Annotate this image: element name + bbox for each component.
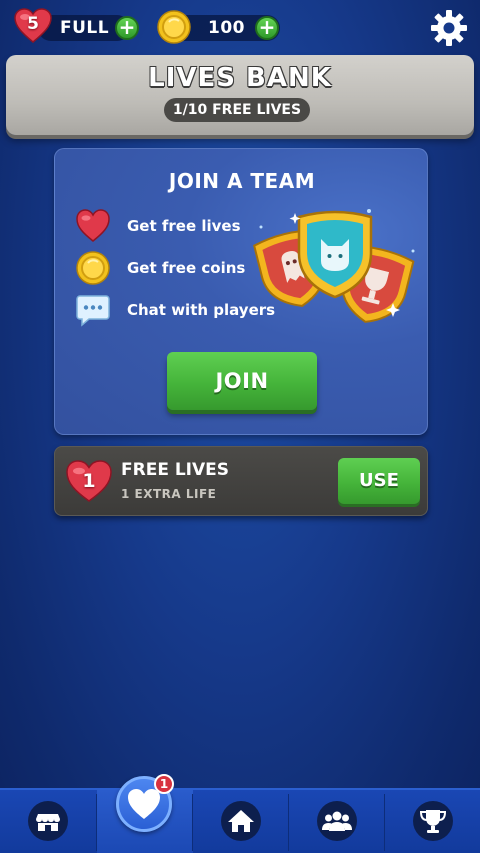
team-badges-illustration	[253, 207, 417, 327]
lives-bank-banner: LIVES BANK	[6, 55, 474, 135]
heart-icon	[75, 208, 111, 244]
team-icon	[317, 801, 357, 841]
bottom-nav	[0, 788, 480, 853]
heart-icon	[128, 789, 160, 819]
free-lives-card: 1 FREE LIVES 1 EXTRA LIFE USE	[54, 446, 428, 516]
add-coins-button[interactable]: +	[255, 16, 279, 40]
free-lives-subtitle: 1 EXTRA LIFE	[121, 487, 217, 501]
feature-label: Get free lives	[127, 217, 241, 235]
shop-icon	[28, 801, 68, 841]
feature-label: Get free coins	[127, 259, 246, 277]
nav-team[interactable]	[289, 790, 385, 853]
coins-count: 100	[208, 18, 245, 38]
free-lives-capacity-badge: 1/10 FREE LIVES	[164, 98, 310, 122]
join-team-button[interactable]: JOIN	[167, 352, 317, 410]
use-free-life-button[interactable]: USE	[338, 458, 420, 504]
coin-icon	[157, 10, 191, 44]
free-lives-count: 1	[82, 470, 96, 492]
join-team-card: JOIN A TEAM Get free lives Get free coin…	[54, 148, 428, 435]
nav-home[interactable]	[193, 790, 289, 853]
trophy-icon	[413, 801, 453, 841]
lives-count: 5	[27, 14, 39, 34]
free-lives-heart-icon: 1	[65, 459, 113, 503]
home-icon	[221, 801, 261, 841]
coin-icon	[75, 250, 111, 286]
nav-shop[interactable]	[0, 790, 96, 853]
page-title: LIVES BANK	[148, 63, 332, 93]
add-lives-button[interactable]: +	[115, 16, 139, 40]
lives-heart-icon: 5	[14, 8, 52, 44]
lives-notification-badge: 1	[154, 774, 174, 794]
settings-gear-icon[interactable]	[430, 9, 468, 47]
top-bar: FULL 5 + 100 +	[0, 0, 480, 56]
join-team-title: JOIN A TEAM	[168, 169, 316, 193]
lives-status: FULL	[60, 18, 110, 38]
free-lives-title: FREE LIVES	[121, 460, 230, 480]
chat-icon	[75, 292, 111, 328]
nav-leaderboard[interactable]	[385, 790, 480, 853]
